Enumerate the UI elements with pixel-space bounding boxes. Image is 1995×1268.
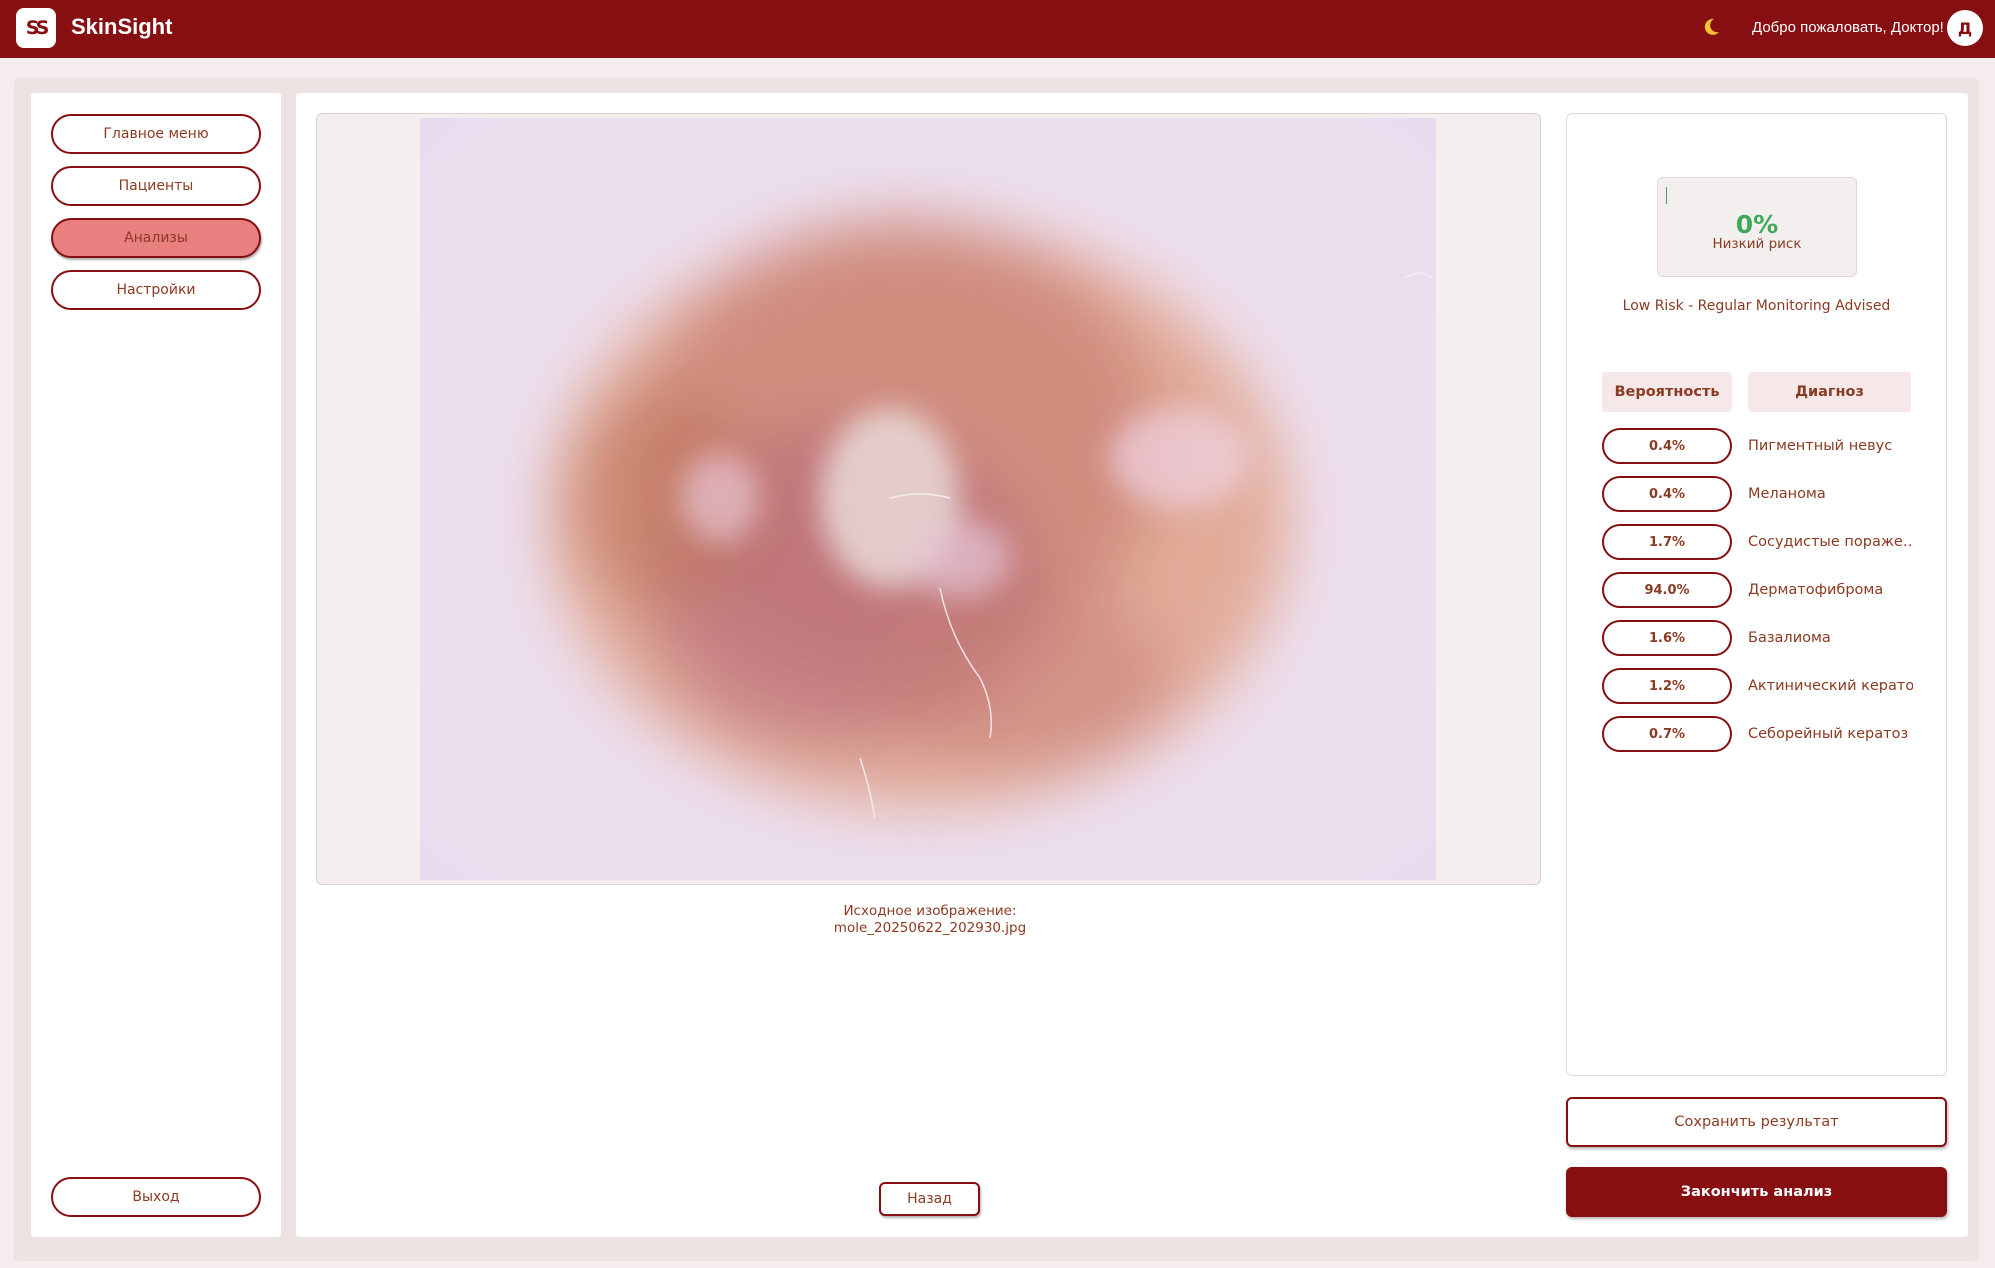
diagnosis-label: Базалиома: [1748, 630, 1831, 646]
sidebar: [31, 93, 281, 1237]
avatar[interactable]: Д: [1947, 10, 1983, 46]
risk-note: Low Risk - Regular Monitoring Advised: [1622, 298, 1891, 314]
probability-pill: 1.2%: [1602, 668, 1732, 704]
probability-pill: 0.4%: [1602, 476, 1732, 512]
risk-progress-bar: [1666, 187, 1667, 204]
sidebar-item-patients[interactable]: Пациенты: [51, 166, 261, 206]
diagnosis-label: Себорейный кератоз: [1748, 726, 1909, 742]
welcome-text: Добро пожаловать, Доктор!: [1752, 19, 1944, 36]
logout-button[interactable]: Выход: [51, 1177, 261, 1217]
probability-pill: 94.0%: [1602, 572, 1732, 608]
app-name: SkinSight: [71, 14, 173, 39]
probability-pill: 1.6%: [1602, 620, 1732, 656]
caption-title: Исходное изображение:: [843, 903, 1017, 919]
moon-icon[interactable]: [1700, 16, 1722, 43]
finish-analysis-button[interactable]: Закончить анализ: [1566, 1167, 1947, 1217]
risk-label: Низкий риск: [1712, 236, 1802, 252]
column-header-diagnosis: Диагноз: [1748, 372, 1911, 412]
diagnosis-label: Пигментный невус: [1748, 438, 1893, 454]
diagnosis-label: Сосудистые пораже…: [1748, 534, 1913, 550]
caption-filename: mole_20250622_202930.jpg: [833, 920, 1027, 936]
probability-pill: 0.7%: [1602, 716, 1732, 752]
sidebar-item-main-menu[interactable]: Главное меню: [51, 114, 261, 154]
back-button[interactable]: Назад: [879, 1182, 980, 1216]
diagnosis-label: Меланома: [1748, 486, 1826, 502]
sidebar-item-analyses[interactable]: Анализы: [51, 218, 261, 258]
dermoscopy-image: [420, 118, 1436, 880]
save-result-button[interactable]: Сохранить результат: [1566, 1097, 1947, 1147]
diagnosis-label: Актинический кератоз: [1748, 678, 1913, 694]
image-caption: Исходное изображение: mole_20250622_2029…: [700, 903, 1160, 937]
top-bar: SS SkinSight Добро пожаловать, Доктор! Д: [0, 0, 1995, 58]
sidebar-item-settings[interactable]: Настройки: [51, 270, 261, 310]
probability-pill: 0.4%: [1602, 428, 1732, 464]
risk-percent: 0%: [1735, 210, 1779, 239]
column-header-probability: Вероятность: [1602, 372, 1732, 412]
probability-pill: 1.7%: [1602, 524, 1732, 560]
app-logo: SS: [16, 8, 56, 48]
diagnosis-label: Дерматофиброма: [1748, 582, 1884, 598]
